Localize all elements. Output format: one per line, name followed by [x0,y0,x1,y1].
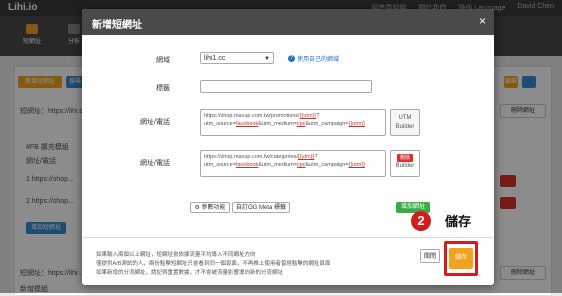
tag-label: 標籤 [156,85,170,92]
url2-source-val: facebook [235,162,259,168]
url1-source-val: facebook [235,121,259,127]
modal-title: 新增短網址 [92,20,142,31]
note-1: 如果輸入兩個以上網址，短網址會依據流量平均導入不同網址方向 [96,252,256,258]
url1-prefix: https://shop.macup.com.tw/promotions/ [204,113,300,119]
gear-icon: ⚙ [194,205,200,211]
url2-prefix-utm: {{utm}} [297,154,315,160]
url1-textarea[interactable]: https://shop.macup.com.tw/promotions/{{u… [200,109,386,136]
close-button[interactable]: 關閉 [420,249,440,263]
builder-label: Builder [395,163,415,169]
note-2: 僅提供A/B測試的人，兩份點擊短網址只會看到同一個頁面，不再推上使用者曾經點擊的… [96,261,331,267]
params-button[interactable]: ⚙ 參數功能 [190,202,230,213]
url1-prefix-utm: {{utm}} [299,113,317,119]
step-label: 儲存 [436,211,480,233]
url2-medium-val: cpc [296,162,306,168]
url1-campaign-val: {{utm}} [348,121,366,127]
question-icon: ? [288,55,295,62]
url1-medium-key: &utm_medium= [258,121,297,127]
close-icon[interactable]: × [479,14,486,28]
new-short-url-modal: 新增短網址 × 網域 lihi1.cc ▼ ? 使用自己的網域 標籤 網址/電話… [82,9,494,285]
url2-textarea[interactable]: https://shop.macup.com.tw/categories/{{u… [200,150,386,177]
url1-campaign-key: &utm_campaign= [305,121,349,127]
og-meta-button[interactable]: 自訂OG Meta 標籤 [232,202,290,213]
modal-header: 新增短網址 × [82,9,494,35]
url1-label: 網址/電話 [140,119,170,126]
url2-prefix: https://shop.macup.com.tw/categories/ [204,154,298,160]
domain-select[interactable]: lihi1.cc ▼ [200,52,274,64]
utm-builder-button[interactable]: UTM Builder [390,109,420,136]
url2-campaign-val: {{utm}} [348,162,366,168]
chevron-down-icon: ▼ [264,56,270,62]
url2-medium-key: &utm_medium= [258,162,297,168]
url2-label: 網址/電話 [140,160,170,167]
custom-domain-link-label: 使用自己的網域 [297,57,340,63]
save-button[interactable]: 儲存 [449,248,473,269]
og-meta-button-label: 自訂OG Meta 標籤 [235,205,286,211]
note-3: 如果新增的分流網址，請記得重置數據，才不會被流量影響導向新的分流網址 [96,270,284,276]
params-button-label: 參數功能 [201,205,226,211]
step-number-badge: 2 [411,211,431,231]
domain-select-value: lihi1.cc [204,55,226,62]
footer-divider [82,237,494,238]
tag-input[interactable] [200,80,372,93]
delete-label: 刪除 [397,154,413,162]
domain-label: 網域 [156,57,170,64]
custom-domain-link[interactable]: ? 使用自己的網域 [288,54,339,63]
url1-medium-val: cpc [296,121,306,127]
url2-delete-button[interactable]: 刪除 Builder [390,150,420,177]
url2-campaign-key: &utm_campaign= [305,162,349,168]
